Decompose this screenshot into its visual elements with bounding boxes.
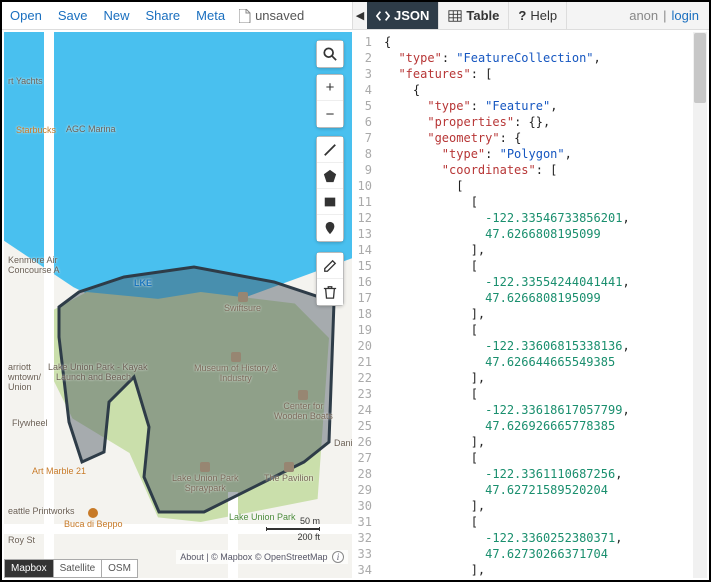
lbl-flywheel: Flywheel	[12, 418, 48, 428]
auth-anon: anon	[629, 8, 658, 23]
search-button[interactable]	[317, 41, 343, 67]
scale-metric: 50 m	[266, 516, 320, 526]
code-body[interactable]: { "type": "FeatureCollection", "features…	[378, 32, 707, 578]
scale-imperial: 200 ft	[266, 532, 320, 542]
lbl-marriott3: Union	[8, 382, 32, 392]
tab-table[interactable]: Table	[439, 2, 509, 29]
draw-rect-button[interactable]	[317, 189, 343, 215]
basemap-osm[interactable]: OSM	[102, 559, 138, 578]
basemap-satellite[interactable]: Satellite	[54, 559, 103, 578]
lbl-yachts: rt Yachts	[8, 76, 43, 86]
poi-pavilion: The Pavilion	[264, 462, 314, 483]
top-bar: Open Save New Share Meta unsaved ◀ JSON …	[2, 2, 709, 30]
map-scale: 50 m 200 ft	[266, 516, 320, 542]
tab-json[interactable]: JSON	[367, 2, 439, 29]
info-icon[interactable]: i	[332, 551, 344, 563]
tab-help-label: Help	[530, 8, 557, 23]
attr-about[interactable]: About |	[180, 552, 208, 562]
scrollbar-track[interactable]	[693, 32, 707, 578]
file-icon	[239, 9, 251, 23]
poi-buca: Buca di Beppo	[64, 508, 123, 529]
lbl-marriott1: arriott	[8, 362, 31, 372]
trash-button[interactable]	[317, 279, 343, 305]
search-icon	[323, 47, 337, 61]
workspace: rt Yachts Starbucks AGC Marina Kenmore A…	[4, 32, 707, 578]
geojson-polygon[interactable]	[4, 32, 352, 578]
file-status-text: unsaved	[255, 8, 304, 23]
zoom-in-button[interactable]: +	[317, 75, 343, 101]
lbl-agc: AGC Marina	[66, 124, 116, 134]
lbl-artmarble: Art Marble 21	[32, 466, 86, 476]
lbl-kenmore2: Concourse A	[8, 265, 60, 275]
lbl-lke: LKE	[134, 278, 152, 288]
lbl-roy: Roy St	[8, 535, 35, 545]
scrollbar-thumb[interactable]	[694, 33, 706, 103]
basemap-switch: Mapbox Satellite OSM	[4, 559, 138, 578]
tab-json-label: JSON	[394, 8, 429, 23]
rect-icon	[323, 195, 337, 209]
map-pane[interactable]: rt Yachts Starbucks AGC Marina Kenmore A…	[4, 32, 352, 578]
help-icon: ?	[518, 8, 526, 23]
menu-share[interactable]: Share	[137, 2, 188, 30]
map-attribution: About | © Mapbox © OpenStreetMap i	[176, 550, 348, 564]
map-edit-tools	[316, 252, 344, 306]
pane-tabs: ◀ JSON Table ? Help anon | login	[352, 2, 709, 29]
trash-icon	[323, 285, 337, 299]
lbl-kenmore1: Kenmore Air	[8, 255, 58, 265]
draw-polygon-button[interactable]	[317, 163, 343, 189]
menu-new[interactable]: New	[95, 2, 137, 30]
code-icon	[376, 9, 390, 23]
map-draw-tools	[316, 136, 344, 242]
attr-osm[interactable]: © OpenStreetMap	[255, 552, 328, 562]
lbl-starbucks: Starbucks	[16, 125, 56, 135]
poi-spray: Lake Union ParkSpraypark	[172, 462, 239, 493]
file-bar: Open Save New Share Meta unsaved	[2, 2, 352, 29]
poi-swiftsure: Swiftsure	[224, 292, 261, 313]
tab-table-label: Table	[466, 8, 499, 23]
menu-open[interactable]: Open	[2, 2, 50, 30]
lbl-daniel: Danie	[334, 438, 352, 448]
lbl-kayak2: Launch and Beach	[56, 372, 131, 382]
code-pane[interactable]: 1234567891011121314151617181920212223242…	[352, 32, 707, 578]
map-search	[316, 40, 344, 68]
zoom-out-button[interactable]: −	[317, 101, 343, 127]
edit-button[interactable]	[317, 253, 343, 279]
poi-cwb: Center forWooden Boats	[274, 390, 333, 421]
auth-sep: |	[663, 8, 666, 23]
lbl-marriott2: wntown/	[8, 372, 41, 382]
draw-line-button[interactable]	[317, 137, 343, 163]
line-icon	[323, 143, 337, 157]
lbl-kayak1: Lake Union Park - Kayak	[48, 362, 148, 372]
polygon-icon	[323, 169, 337, 183]
draw-marker-button[interactable]	[317, 215, 343, 241]
table-icon	[448, 9, 462, 23]
file-status: unsaved	[233, 8, 310, 23]
tab-help[interactable]: ? Help	[509, 2, 567, 29]
line-gutter: 1234567891011121314151617181920212223242…	[352, 32, 378, 578]
menu-meta[interactable]: Meta	[188, 2, 233, 30]
basemap-mapbox[interactable]: Mapbox	[4, 559, 54, 578]
edit-icon	[323, 259, 337, 273]
auth: anon | login	[619, 2, 709, 29]
auth-login[interactable]: login	[672, 8, 699, 23]
attr-mapbox[interactable]: © Mapbox	[211, 552, 252, 562]
menu-save[interactable]: Save	[50, 2, 96, 30]
pane-drag-icon[interactable]: ◀	[353, 2, 367, 29]
marker-icon	[323, 221, 337, 235]
poi-mohai: Museum of History &Industry	[194, 352, 278, 383]
map-zoom: + −	[316, 74, 344, 128]
